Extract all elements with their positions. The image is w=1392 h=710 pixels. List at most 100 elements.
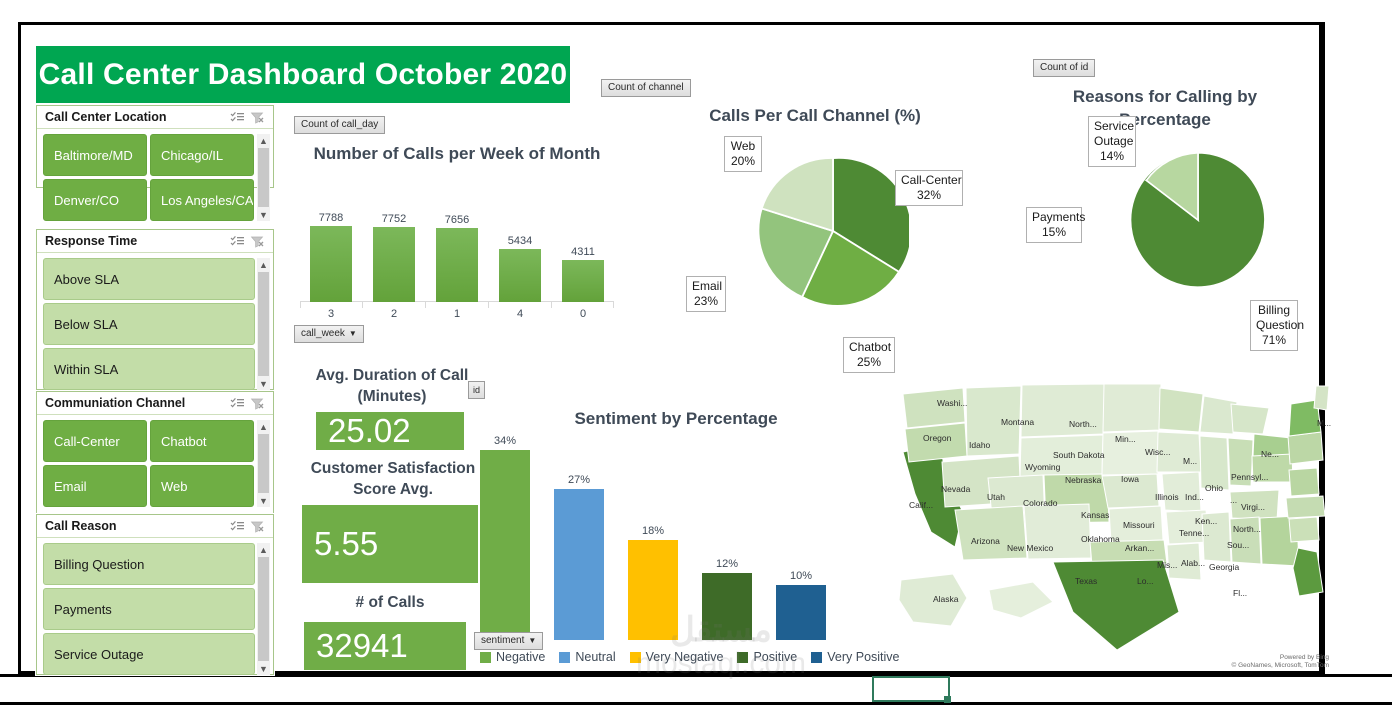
slicer-item[interactable]: Los Angeles/CA	[150, 179, 254, 221]
legend-item[interactable]: Very Positive	[811, 650, 900, 664]
state-alaska-aleutians	[988, 581, 1054, 619]
slicer-scrollbar[interactable]: ▲ ▼	[257, 543, 270, 675]
field-button-count-of-id[interactable]: Count of id	[1033, 59, 1096, 77]
legend-item[interactable]: Positive	[737, 650, 797, 664]
chart-sentiment[interactable]: 34% 27% 18% 12% 10%	[480, 425, 880, 640]
field-button-count-of-call-day[interactable]: Count of call_day	[294, 116, 386, 134]
legend-item[interactable]: Neutral	[559, 650, 616, 664]
x-tick	[488, 302, 489, 308]
state-washington	[902, 387, 966, 429]
bar[interactable]	[373, 227, 415, 302]
chart-calls-per-week[interactable]: 7788 7752 7656 5434 4311 3 2 1 4 0	[300, 200, 614, 320]
state-maine	[1313, 385, 1330, 411]
active-cell-selection[interactable]	[872, 676, 950, 702]
slicer-response-time[interactable]: Response Time Above SLA Below SLA Within…	[36, 229, 274, 390]
map-label: New Mexico	[1007, 543, 1054, 553]
bar[interactable]	[628, 540, 678, 640]
field-button-call-week[interactable]: call_week ▼	[294, 325, 364, 343]
map-label: Wisc...	[1145, 447, 1171, 457]
scroll-thumb[interactable]	[258, 434, 269, 493]
map-label: Alab...	[1181, 558, 1206, 568]
map-credit-line-1: Powered by Bing	[1279, 654, 1329, 661]
state-florida	[1292, 547, 1324, 597]
x-axis-label: 0	[579, 308, 587, 320]
slicer-item[interactable]: Email	[43, 465, 147, 507]
pie-chart-channel[interactable]	[757, 155, 909, 307]
slicer-item[interactable]: Below SLA	[43, 303, 255, 345]
callout-value: 14%	[1099, 149, 1125, 163]
field-button-id[interactable]: id	[468, 381, 486, 399]
slicer-scrollbar[interactable]: ▲ ▼	[257, 258, 270, 390]
slicer-item[interactable]: Denver/CO	[43, 179, 147, 221]
multi-select-icon[interactable]	[227, 395, 247, 411]
map-label: Alaska	[933, 594, 959, 604]
scroll-down-icon[interactable]: ▼	[257, 494, 270, 507]
chart-calls-by-state-map[interactable]: Washi... Montana North... Min... M... Or…	[893, 382, 1333, 672]
map-attribution: Powered by Bing © GeoNames, Microsoft, T…	[1232, 654, 1330, 670]
bar[interactable]	[499, 249, 541, 302]
scroll-thumb[interactable]	[258, 272, 269, 376]
scroll-down-icon[interactable]: ▼	[257, 662, 270, 675]
pie-chart-reasons[interactable]	[1128, 150, 1268, 290]
chevron-down-icon: ▼	[528, 636, 537, 645]
slicer-scrollbar[interactable]: ▲ ▼	[257, 420, 270, 507]
map-label: M...	[1183, 456, 1198, 466]
slicer-item[interactable]: Call-Center	[43, 420, 147, 462]
slicer-communication-channel[interactable]: Communiation Channel Call-Center Chatbot…	[36, 391, 274, 514]
scroll-thumb[interactable]	[258, 557, 269, 661]
field-button-count-of-channel[interactable]: Count of channel	[601, 79, 691, 97]
legend-item[interactable]: Negative	[480, 650, 545, 664]
bar[interactable]	[554, 489, 604, 640]
scroll-down-icon[interactable]: ▼	[257, 377, 270, 390]
bar-value-label: 7788	[318, 212, 344, 224]
scroll-up-icon[interactable]: ▲	[257, 543, 270, 556]
field-button-sentiment[interactable]: sentiment ▼	[474, 632, 544, 650]
bar[interactable]	[310, 226, 352, 302]
slicer-item[interactable]: Payments	[43, 588, 255, 630]
slicer-item[interactable]: Above SLA	[43, 258, 255, 300]
slicer-header: Communiation Channel	[37, 392, 273, 415]
x-tick	[425, 302, 426, 308]
slicer-item[interactable]: Web	[150, 465, 254, 507]
multi-select-icon[interactable]	[227, 518, 247, 534]
map-label: Ind...	[1185, 492, 1204, 502]
map-label: Washi...	[937, 398, 968, 408]
us-choropleth-map[interactable]	[893, 382, 1333, 652]
bar[interactable]	[776, 585, 826, 640]
clear-filter-icon[interactable]	[247, 518, 267, 534]
legend-label: Very Positive	[827, 650, 900, 664]
bar[interactable]	[562, 260, 604, 302]
scroll-up-icon[interactable]: ▲	[257, 258, 270, 271]
bar-value-label: 7752	[381, 213, 407, 225]
slicer-call-center-location[interactable]: Call Center Location Baltimore/MD Chicag…	[36, 105, 274, 221]
scroll-up-icon[interactable]: ▲	[257, 420, 270, 433]
slicer-item[interactable]: Billing Question	[43, 543, 255, 585]
map-label: Montana	[1001, 417, 1035, 427]
slicer-item[interactable]: Within SLA	[43, 348, 255, 390]
state-minnesota	[1158, 387, 1204, 433]
scroll-down-icon[interactable]: ▼	[257, 208, 270, 221]
map-label: Missouri	[1123, 520, 1155, 530]
slicer-call-reason[interactable]: Call Reason Billing Question Payments Se…	[36, 514, 274, 675]
multi-select-icon[interactable]	[227, 109, 247, 125]
slicer-scrollbar[interactable]: ▲ ▼	[257, 134, 270, 221]
scroll-thumb[interactable]	[258, 148, 269, 207]
slicer-item[interactable]: Baltimore/MD	[43, 134, 147, 176]
map-credit-line-2: © GeoNames, Microsoft, TomTom	[1231, 662, 1330, 669]
slicer-item[interactable]: Chicago/IL	[150, 134, 254, 176]
multi-select-icon[interactable]	[227, 233, 247, 249]
map-label: Illinois	[1155, 492, 1179, 502]
map-label: Min...	[1115, 434, 1136, 444]
bar[interactable]	[436, 228, 478, 302]
clear-filter-icon[interactable]	[247, 109, 267, 125]
fill-handle[interactable]	[944, 696, 951, 703]
clear-filter-icon[interactable]	[247, 233, 267, 249]
bar[interactable]	[702, 573, 752, 640]
scroll-up-icon[interactable]: ▲	[257, 134, 270, 147]
legend-item[interactable]: Very Negative	[629, 650, 723, 664]
slicer-item[interactable]: Service Outage	[43, 633, 255, 675]
bar[interactable]	[480, 450, 530, 640]
x-tick	[362, 302, 363, 308]
clear-filter-icon[interactable]	[247, 395, 267, 411]
slicer-item[interactable]: Chatbot	[150, 420, 254, 462]
